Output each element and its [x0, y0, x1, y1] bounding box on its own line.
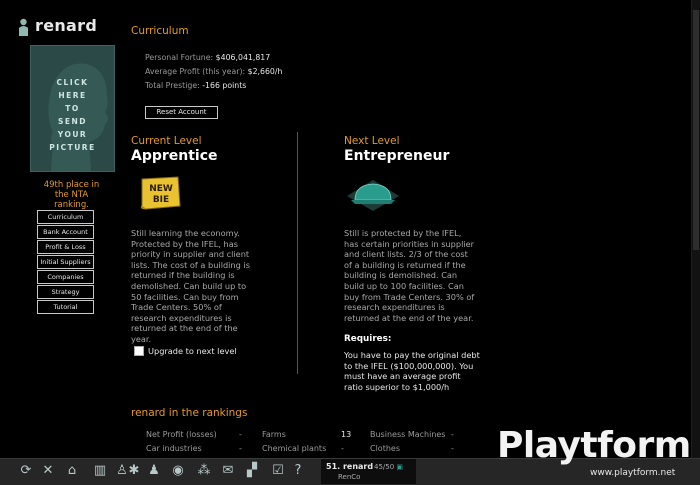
newbie-badge-icon: NEW BIE [140, 176, 181, 210]
profit-loss-button[interactable]: Profit & Loss [37, 240, 94, 254]
ranking-value: - [341, 444, 344, 453]
hardhat-badge-icon [347, 180, 399, 211]
curriculum-button[interactable]: Curriculum [37, 210, 94, 224]
prestige-value: -166 points [202, 81, 247, 90]
bank-account-button[interactable]: Bank Account [37, 225, 94, 239]
requires-text: You have to pay the original debt to the… [344, 350, 480, 392]
current-level-heading: Current Level [131, 135, 202, 147]
profit-value: $2,660/h [247, 67, 283, 76]
prestige-row: Total Prestige: -166 points [145, 81, 246, 90]
fortune-label: Personal Fortune: [145, 53, 214, 62]
companies-button[interactable]: Companies [37, 270, 94, 284]
badge-text-line1: NEW [149, 184, 173, 194]
ranking-value: 13 [341, 430, 352, 439]
people-icon[interactable]: ♟ [146, 463, 162, 479]
facility-count: 45/50 ▣ [374, 463, 403, 471]
close-icon[interactable]: ✕ [40, 463, 56, 479]
refresh-icon[interactable]: ⟳ [18, 463, 34, 479]
username: renard [35, 16, 98, 35]
watermark-logo: Playtform [497, 425, 691, 466]
lock-icon: ▣ [396, 463, 404, 471]
scroll-thumb[interactable] [693, 10, 699, 250]
network-icon[interactable]: ⁂ [196, 463, 212, 479]
ranking-label: Net Profit (losses) [146, 430, 217, 439]
prestige-label: Total Prestige: [145, 81, 200, 90]
company-rank-name: 51. renard [326, 462, 374, 471]
profit-label: Average Profit (this year): [145, 67, 246, 76]
ranking-label: Farms [262, 430, 286, 439]
ranking-label: Clothes [370, 444, 400, 453]
mail-icon[interactable]: ✉ [220, 463, 236, 479]
send-picture-button[interactable]: CLICK HERE TO SEND YOUR PICTURE [30, 45, 115, 172]
ranking-value: - [239, 444, 242, 453]
company-name: RenCo [338, 473, 361, 481]
current-level-description: Still learning the economy. Protected by… [131, 228, 250, 344]
chart-icon[interactable]: ▞ [244, 463, 260, 479]
watermark-url: www.playtform.net [590, 468, 676, 478]
badge-text-line2: BIE [153, 195, 169, 205]
user-icon [19, 18, 28, 36]
building-icon[interactable]: ▥ [92, 463, 108, 479]
profit-row: Average Profit (this year): $2,660/h [145, 67, 282, 76]
fortune-value: $406,041,817 [215, 53, 271, 62]
ranking-value: - [239, 430, 242, 439]
home-icon[interactable]: ⌂ [64, 463, 80, 479]
ranking-value: - [451, 430, 454, 439]
initial-suppliers-button[interactable]: Initial Suppliers [37, 255, 94, 269]
strategy-button[interactable]: Strategy [37, 285, 94, 299]
ranking-text: 49th place in the NTA ranking. [43, 180, 100, 210]
check-icon[interactable]: ☑ [270, 463, 286, 479]
requires-title: Requires: [344, 334, 392, 344]
ranking-value: - [451, 444, 454, 453]
next-level-name: Entrepreneur [344, 148, 450, 164]
eye-icon[interactable]: ◉ [170, 463, 186, 479]
ranking-label: Chemical plants [262, 444, 327, 453]
level-divider [297, 132, 298, 374]
ranking-label: Business Machines [370, 430, 446, 439]
tutorial-button[interactable]: Tutorial [37, 300, 94, 314]
help-icon[interactable]: ? [290, 463, 306, 479]
scrollbar[interactable] [691, 0, 700, 458]
current-level-name: Apprentice [131, 148, 218, 164]
next-level-description: Still is protected by the IFEL, has cert… [344, 228, 475, 323]
next-level-heading: Next Level [344, 135, 400, 147]
photo-caption: CLICK HERE TO SEND YOUR PICTURE [49, 78, 96, 152]
spider-icon[interactable]: ✱ [124, 463, 144, 479]
facility-count-value: 45/50 [374, 463, 395, 471]
upgrade-checkbox[interactable] [134, 346, 144, 356]
ranking-label: Car industries [146, 444, 202, 453]
fortune-row: Personal Fortune: $406,041,817 [145, 53, 270, 62]
rankings-title: renard in the rankings [131, 407, 248, 419]
upgrade-label: Upgrade to next level [148, 346, 237, 356]
reset-account-button[interactable]: Reset Account [145, 106, 218, 119]
curriculum-title: Curriculum [131, 25, 189, 37]
